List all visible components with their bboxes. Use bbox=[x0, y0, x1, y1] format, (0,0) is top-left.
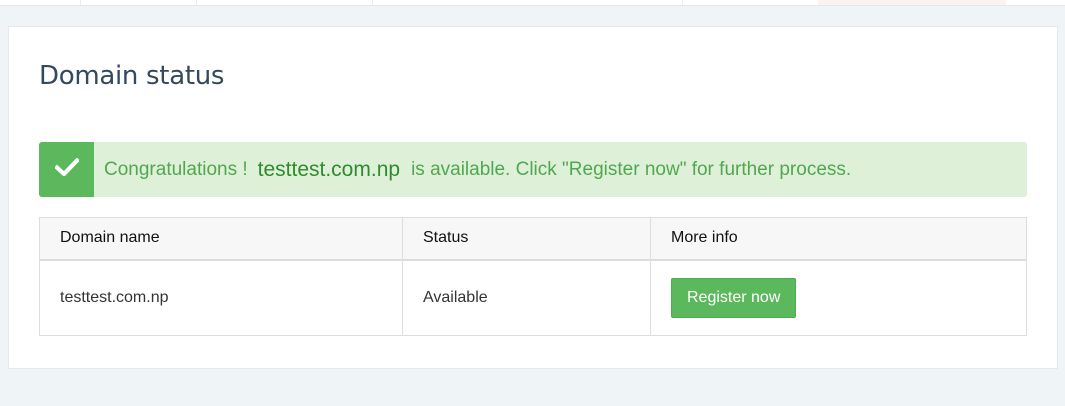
top-strip-segment bbox=[196, 0, 373, 5]
table-row: testtest.com.np Available Register now bbox=[39, 259, 1027, 336]
top-strip bbox=[0, 0, 1065, 6]
top-strip-accent bbox=[818, 0, 1006, 5]
alert-suffix: is available. Click "Register now" for f… bbox=[411, 158, 852, 180]
alert-icon-box bbox=[39, 142, 94, 197]
page-title: Domain status bbox=[39, 61, 225, 91]
column-header-domain-name: Domain name bbox=[39, 217, 403, 261]
alert-message: Congratulations ! testtest.com.np is ava… bbox=[104, 158, 851, 182]
top-strip-segment bbox=[372, 0, 683, 5]
top-strip-segment bbox=[80, 0, 197, 5]
domain-name-cell: testtest.com.np bbox=[39, 259, 403, 336]
alert-domain: testtest.com.np bbox=[257, 157, 401, 181]
register-now-button[interactable]: Register now bbox=[671, 277, 797, 318]
column-header-more-info: More info bbox=[650, 217, 1027, 261]
column-header-status: Status bbox=[402, 217, 651, 261]
more-info-cell: Register now bbox=[650, 259, 1027, 336]
status-cell: Available bbox=[402, 259, 651, 336]
check-icon bbox=[53, 157, 80, 181]
success-alert: Congratulations ! testtest.com.np is ava… bbox=[39, 142, 1027, 197]
alert-prefix: Congratulations ! bbox=[104, 158, 248, 180]
domain-table: Domain name Status More info testtest.co… bbox=[39, 217, 1027, 336]
domain-status-panel: Domain status Congratulations ! testtest… bbox=[8, 26, 1058, 369]
top-strip-segment bbox=[0, 0, 81, 5]
table-header-row: Domain name Status More info bbox=[39, 217, 1027, 261]
